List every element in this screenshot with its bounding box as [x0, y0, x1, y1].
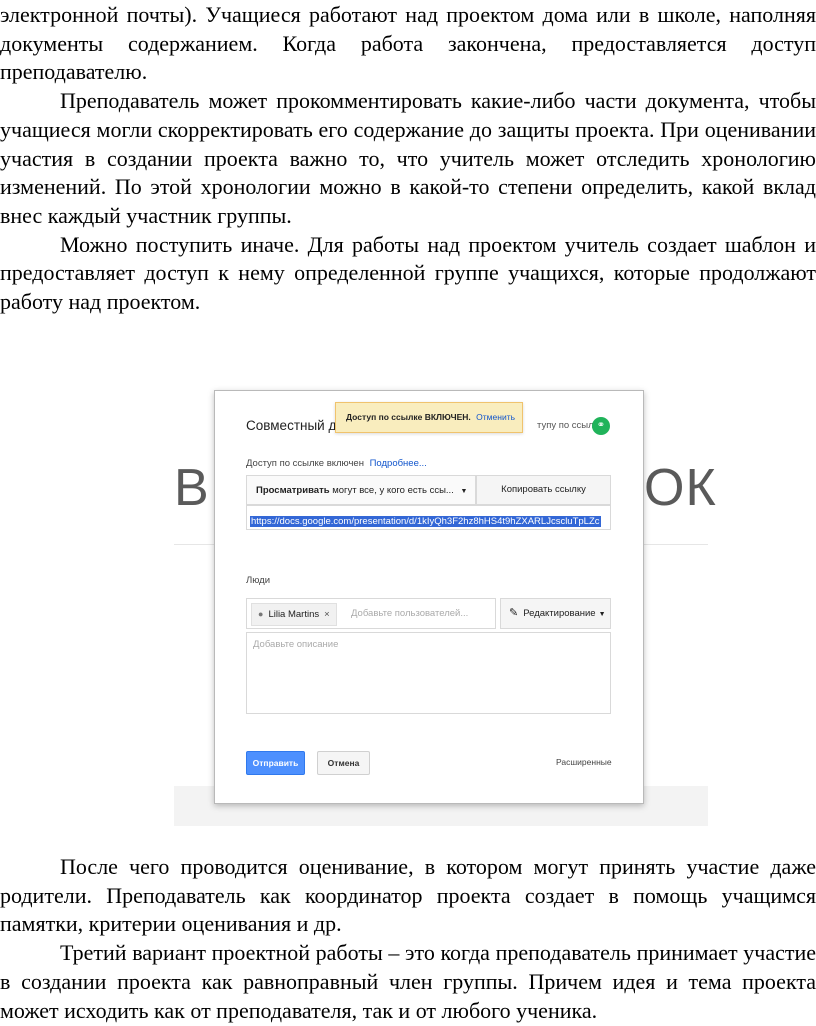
background-text-right: ОК: [644, 459, 717, 517]
edit-permission-label: Редактирование: [523, 608, 596, 619]
permission-scope: могут все, у кого есть ссы...: [332, 485, 454, 496]
description-textarea[interactable]: Добавьте описание: [246, 632, 611, 714]
access-status: Доступ по ссылке включен Подробнее...: [246, 458, 427, 469]
share-dialog: Совместный до тупу по ссылке ⚭ Доступ по…: [214, 390, 644, 804]
user-chip[interactable]: ● Lilia Martins ×: [251, 603, 337, 626]
paragraph-1: электронной почты). Учащиеся работают на…: [0, 2, 816, 85]
link-enabled-toast: Доступ по ссылке ВКЛЮЧЕН. Отменить: [335, 402, 523, 433]
advanced-settings-link[interactable]: Расширенные: [556, 757, 612, 767]
access-status-text: Доступ по ссылке включен: [246, 458, 364, 469]
paragraph-2: Преподаватель может прокомментировать ка…: [0, 88, 816, 228]
cancel-button[interactable]: Отмена: [317, 751, 370, 775]
people-placeholder: Добавьте пользователей...: [351, 608, 469, 619]
paragraph-5: Третий вариант проектной работы – это ко…: [0, 940, 816, 1023]
dropdown-arrow-icon: ▼: [460, 488, 468, 495]
send-button[interactable]: Отправить: [246, 751, 305, 775]
people-label: Люди: [246, 575, 271, 586]
remove-user-icon[interactable]: ×: [324, 609, 330, 620]
dropdown-arrow-icon: ▼: [598, 611, 606, 618]
share-dialog-screenshot: В ОК Совместный до тупу по ссылке ⚭ Дост…: [174, 388, 716, 828]
pencil-icon: ✎: [509, 607, 519, 619]
dialog-title: Совместный до: [246, 418, 344, 433]
share-url-text: https://docs.google.com/presentation/d/1…: [250, 516, 601, 527]
person-icon: ●: [258, 609, 264, 619]
background-text-left: В: [174, 459, 210, 517]
permission-dropdown[interactable]: Просматривать могут все, у кого есть ссы…: [246, 475, 476, 505]
toast-undo-link[interactable]: Отменить: [476, 412, 515, 422]
more-info-link[interactable]: Подробнее...: [370, 458, 427, 469]
share-url-field[interactable]: https://docs.google.com/presentation/d/1…: [246, 505, 611, 530]
user-chip-name: Lilia Martins: [268, 609, 320, 620]
permission-mode: Просматривать: [256, 485, 330, 496]
paragraph-3: Можно поступить иначе. Для работы над пр…: [0, 231, 816, 315]
edit-permission-dropdown[interactable]: ✎ Редактирование ▼: [500, 598, 611, 629]
people-input[interactable]: ● Lilia Martins × Добавьте пользователей..…: [246, 598, 496, 629]
top-text: электронной почты). Учащиеся работают на…: [0, 1, 816, 317]
copy-link-button[interactable]: Копировать ссылку: [476, 475, 611, 505]
paragraph-4: После чего проводится оценивание, в кото…: [0, 854, 816, 937]
toast-message: Доступ по ссылке ВКЛЮЧЕН.: [346, 412, 471, 422]
bottom-text: После чего проводится оценивание, в кото…: [0, 853, 816, 1025]
link-icon[interactable]: ⚭: [592, 417, 610, 435]
